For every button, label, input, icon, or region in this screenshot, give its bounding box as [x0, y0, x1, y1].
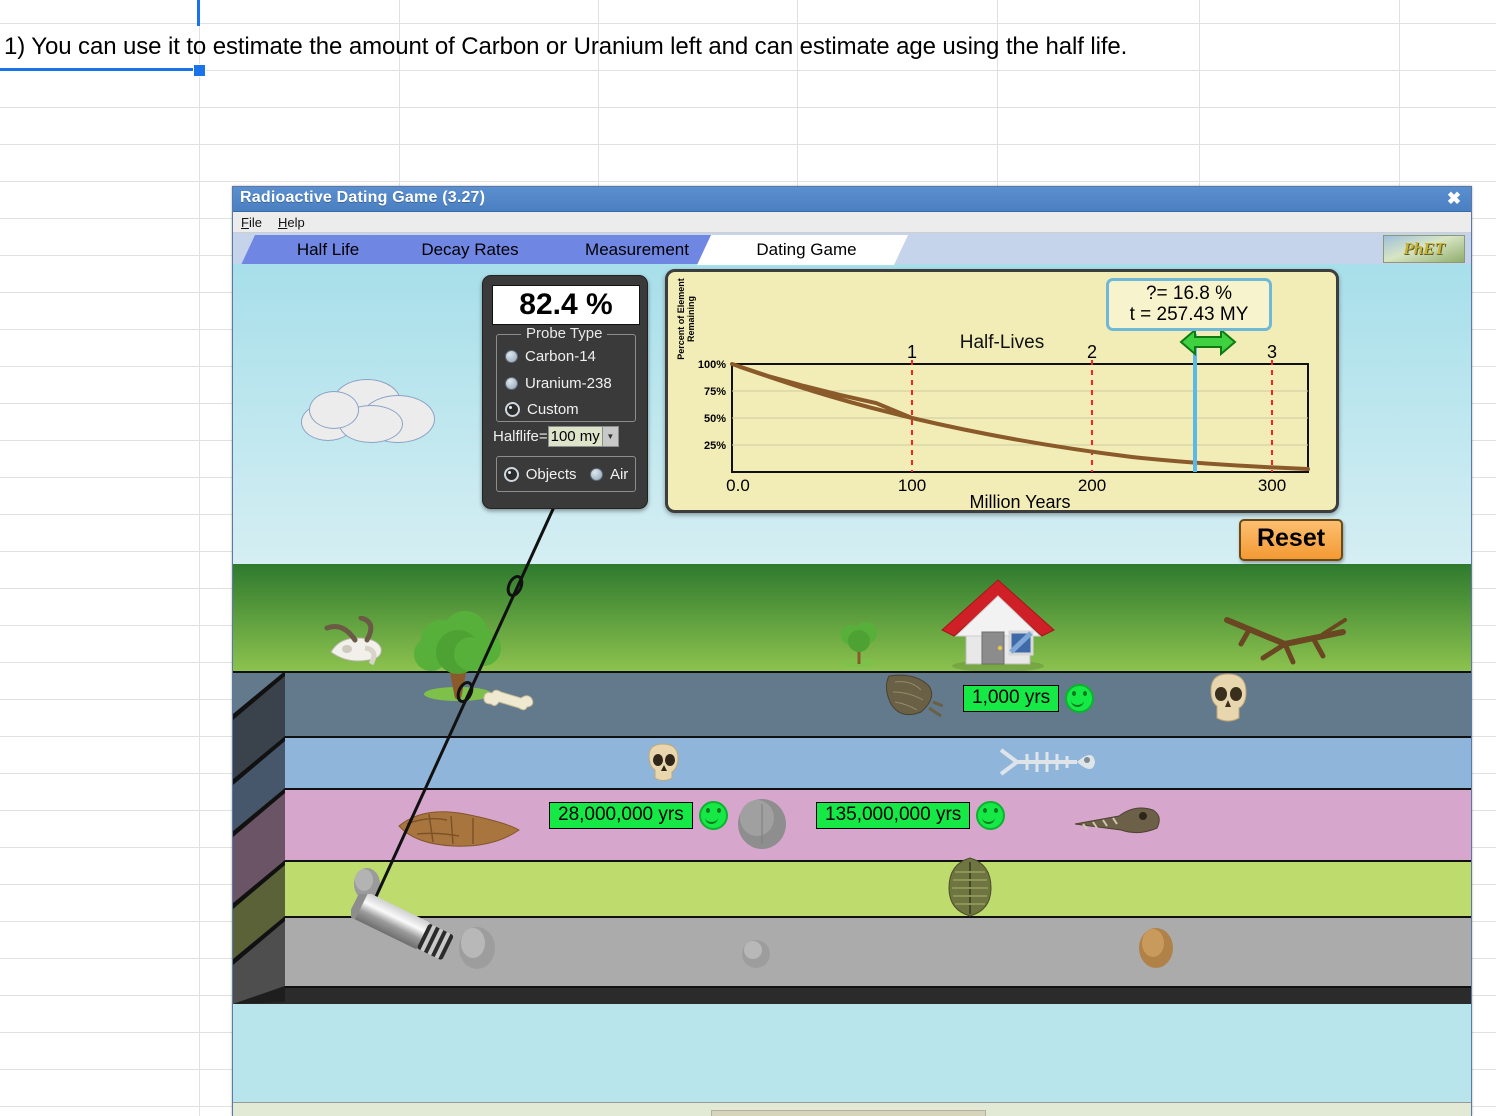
date-label[interactable]: 28,000,000 yrs — [549, 801, 728, 830]
correct-smiley-icon — [976, 801, 1006, 830]
bone-fossil-icon — [483, 689, 534, 711]
menu-file[interactable]: File — [241, 215, 262, 230]
grid-row-line — [0, 70, 1496, 71]
svg-text:50%: 50% — [704, 413, 726, 425]
small-skull-fossil-icon — [648, 743, 679, 781]
shell-fossil-icon — [885, 674, 943, 718]
radiometric-probe-icon[interactable] — [351, 894, 481, 974]
fish-fossil-icon — [398, 811, 520, 847]
correct-smiley-icon — [698, 801, 728, 830]
chevron-down-icon[interactable]: ▼ — [602, 426, 619, 447]
svg-text:Million Years: Million Years — [969, 492, 1070, 510]
driftwood-icon — [1224, 617, 1347, 665]
svg-text:100: 100 — [898, 476, 926, 495]
radio-custom-label: Custom — [527, 401, 579, 418]
radio-uranium-238[interactable]: Uranium-238 — [505, 375, 612, 392]
worksheet-note-text: 1) You can use it to estimate the amount… — [4, 33, 1128, 60]
clock-control-panel: Sound Enabled — [711, 1110, 986, 1116]
date-label-value: 28,000,000 yrs — [549, 802, 693, 829]
human-skull-fossil-icon — [1210, 673, 1247, 722]
svg-text:300: 300 — [1258, 476, 1286, 495]
small-tree-icon — [841, 622, 877, 667]
stratum-layer-6 — [233, 986, 1471, 1004]
probe-type-group-label: Probe Type — [521, 325, 608, 342]
rock-fossil-icon — [738, 799, 786, 849]
grid-row-line — [0, 181, 1496, 182]
radio-objects-label: Objects — [525, 465, 577, 483]
stratum-layer-2 — [233, 736, 1471, 790]
chart-readout-time: t = 257.43 MY — [1129, 304, 1249, 325]
percent-readout: 82.4 % — [492, 285, 640, 325]
grid-column-line — [199, 0, 200, 1116]
cloud-icon — [301, 379, 446, 443]
radio-carbon-14[interactable]: Carbon-14 — [505, 348, 596, 365]
halflife-row: Halflife= 100 my ▼ — [493, 426, 619, 447]
chart-readout-percent: ?= 16.8 % — [1145, 283, 1233, 304]
probe-control-panel: 82.4 % Probe Type Carbon-14 Uranium-238 … — [482, 275, 648, 509]
simulation-window: Radioactive Dating Game (3.27) ✖ File He… — [232, 186, 1472, 1116]
radio-icon — [505, 350, 518, 363]
menu-help[interactable]: Help — [278, 215, 305, 230]
svg-text:200: 200 — [1078, 476, 1106, 495]
horizontal-resize-arrow-icon[interactable] — [1179, 327, 1237, 357]
date-label[interactable]: 1,000 yrs — [963, 684, 1095, 713]
tab-dating-game[interactable]: Dating Game — [697, 235, 908, 265]
window-titlebar: Radioactive Dating Game (3.27) ✖ — [233, 187, 1471, 212]
svg-text:0.0: 0.0 — [726, 476, 750, 495]
radio-icon — [505, 377, 518, 390]
fish-skeleton-fossil-icon — [999, 748, 1095, 776]
date-label-value: 1,000 yrs — [963, 685, 1060, 712]
chart-readout-box: ?= 16.8 % t = 257.43 MY — [1106, 278, 1272, 331]
cell-selection-border — [0, 68, 200, 71]
svg-text:3: 3 — [1267, 342, 1277, 362]
correct-smiley-icon — [1065, 684, 1095, 713]
radio-custom[interactable]: Custom — [505, 401, 579, 418]
probe-type-group: Probe Type Carbon-14 Uranium-238 Custom — [496, 325, 636, 422]
grid-row-line — [0, 144, 1496, 145]
rock-fossil-icon — [742, 940, 770, 968]
halflife-select-value[interactable]: 100 my — [547, 426, 603, 447]
grid-row-line — [0, 107, 1496, 108]
bottom-panel: Sound Enabled — [233, 1102, 1471, 1116]
radio-uranium-238-label: Uranium-238 — [525, 375, 612, 392]
radio-air[interactable]: Air — [589, 465, 629, 483]
reset-button[interactable]: Reset — [1239, 519, 1343, 561]
date-label-value: 135,000,000 yrs — [816, 802, 971, 829]
animal-skull-icon — [324, 616, 382, 666]
radio-objects[interactable]: Objects — [503, 465, 577, 483]
amber-rock-fossil-icon — [1139, 928, 1173, 968]
radio-carbon-14-label: Carbon-14 — [525, 348, 596, 365]
strata-left-edge — [233, 564, 285, 1116]
ground-strata: 1,000 yrs 28,000,000 yrs 135,000,000 yrs — [233, 564, 1471, 1116]
grid-row-line — [0, 23, 1496, 24]
cell-selection-handle[interactable] — [193, 64, 206, 77]
radio-icon — [589, 467, 603, 481]
radio-selected-icon — [505, 402, 520, 417]
probe-mode-group: Objects Air — [496, 456, 636, 492]
svg-text:25%: 25% — [704, 440, 726, 452]
svg-text:100%: 100% — [698, 359, 726, 371]
window-title: Radioactive Dating Game (3.27) — [240, 189, 486, 206]
halflife-label: Halflife= — [493, 428, 548, 445]
simulation-canvas: 1,000 yrs 28,000,000 yrs 135,000,000 yrs — [233, 264, 1471, 1116]
svg-text:1: 1 — [907, 342, 917, 362]
crocodile-skull-fossil-icon — [1074, 807, 1160, 834]
house-icon — [941, 579, 1055, 672]
svg-text:2: 2 — [1087, 342, 1097, 362]
trilobite-fossil-icon — [948, 857, 992, 917]
half-lives-chart-panel: Percent of Element Remaining Half-Lives … — [665, 269, 1339, 513]
radio-air-label: Air — [609, 465, 629, 483]
tabbar: Half Life Decay Rates Measurement Dating… — [233, 233, 1471, 266]
radio-selected-icon — [503, 466, 519, 482]
cell-selection-border — [197, 0, 200, 26]
close-icon[interactable]: ✖ — [1445, 190, 1463, 208]
date-label[interactable]: 135,000,000 yrs — [816, 801, 1006, 830]
phet-logo: PhET — [1383, 235, 1465, 263]
menubar: File Help — [233, 212, 1471, 233]
svg-text:75%: 75% — [704, 386, 726, 398]
